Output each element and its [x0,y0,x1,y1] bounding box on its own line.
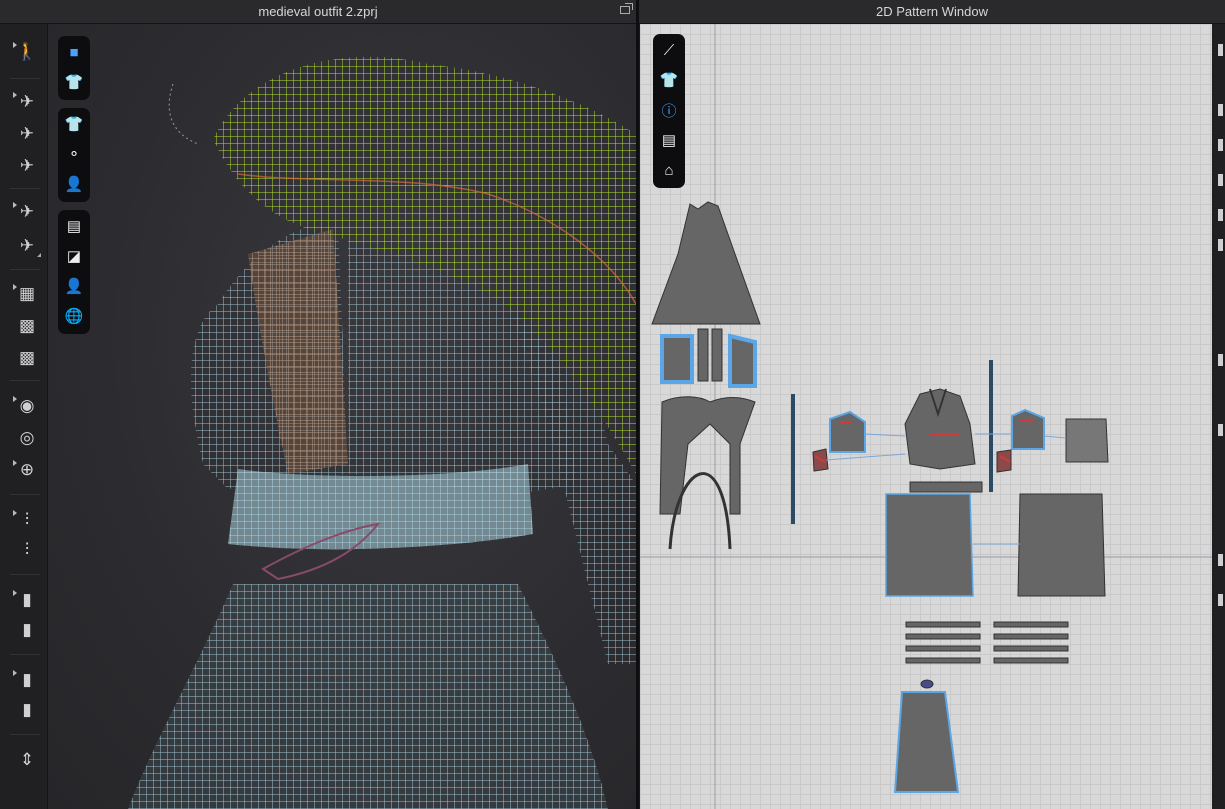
pattern-cape [651,201,761,325]
pattern-skirt-back [1017,493,1106,597]
viewport-palette-group-3: ▤ ◪ 👤 🌐 [58,210,90,334]
3d-viewport[interactable]: ■ 👕 👕 ⚬ 👤 ▤ ◪ 👤 🌐 [48,24,636,809]
topstitch-icon[interactable]: ▮ [14,618,40,642]
pattern-palette: ⟋ 👕 ⓘ ▤ ⌂ [653,34,685,188]
pattern-bodice-center [904,388,976,470]
fold-arrangement-icon[interactable]: ▦ [13,282,40,306]
pattern-back-piece [1065,418,1109,463]
viewport-palette-group-2: 👕 ⚬ 👤 [58,108,90,202]
garment-icon[interactable]: 👕 [62,70,86,94]
window-title-2d: 2D Pattern Window [639,0,1225,24]
needle-icon[interactable]: ⟋ [657,38,681,62]
right-tool-8[interactable] [1218,424,1223,436]
window-title-text: medieval outfit 2.zprj [258,4,378,19]
button-icon[interactable]: ◎ [14,426,40,450]
attach-icon[interactable]: ✈ [14,234,41,258]
right-tool-2[interactable] [1218,104,1223,116]
pattern-front-panel [893,691,960,793]
window-title-3d: medieval outfit 2.zprj [0,0,636,24]
tshirt-icon[interactable]: 👕 [62,112,86,136]
right-tool-6[interactable] [1218,239,1223,251]
fabric-icon[interactable]: ◪ [62,244,86,268]
measure-icon[interactable]: ▮ [14,698,40,722]
bind-icon[interactable]: ▮ [13,588,40,612]
pattern-strip-2 [711,328,723,382]
info-icon[interactable]: ⓘ [657,98,681,122]
tshirt-icon[interactable]: 👕 [657,68,681,92]
globe-icon[interactable]: 🌐 [62,304,86,328]
arrange-icon[interactable]: ✈ [13,200,40,224]
right-toolbar [1212,24,1225,809]
buttonhole-icon[interactable]: ⊕ [13,458,40,482]
simulate-icon[interactable]: ✈ [13,90,40,114]
texture-icon[interactable]: ▤ [657,128,681,152]
pattern-collar-left [660,334,694,384]
pattern-pieces [640,24,1212,809]
pattern-yoke [659,396,756,515]
pin-icon[interactable]: ◉ [13,394,40,418]
right-tool-10[interactable] [1218,594,1223,606]
pattern-collar-right [728,333,757,388]
right-tool-4[interactable] [1218,174,1223,186]
window-title-text-2d: 2D Pattern Window [876,4,988,19]
viewport-palette-group-1: ■ 👕 [58,36,90,100]
zipper-icon[interactable]: ⫶ [13,508,40,532]
fitting-icon[interactable]: ▩ [14,314,40,338]
right-tool-7[interactable] [1218,354,1223,366]
right-tool-3[interactable] [1218,139,1223,151]
avatar-icon[interactable]: 👤 [62,172,86,196]
left-toolbar: 🚶 ✈ ✈ ✈ ✈ ✈ ▦ ▩ ▩ ◉ ◎ ⊕ ⫶ ⫶ ▮ ▮ ▮ ▮ ⇕ [0,24,48,809]
pattern-bodice-small-left [829,410,866,453]
right-tool-9[interactable] [1218,554,1223,566]
transform-icon[interactable]: ⇕ [14,748,40,772]
avatar-icon[interactable]: ▩ [14,346,40,370]
pattern-skirt-front [885,493,974,597]
right-tool-5[interactable] [1218,209,1223,221]
puckering-icon[interactable]: ⫶ [14,538,40,562]
gizmo-icon[interactable]: ▮ [13,668,40,692]
right-tool-1[interactable] [1218,44,1223,56]
texture-icon[interactable]: ▤ [62,214,86,238]
garment-home-icon[interactable]: ⌂ [657,158,681,182]
fold-icon[interactable]: ✈ [14,154,40,178]
pins-icon[interactable]: ⚬ [62,142,86,166]
garment-3d-render [128,56,636,809]
pattern-strip-1 [697,328,709,382]
tack-icon[interactable]: ✈ [14,122,40,146]
2d-pattern-canvas[interactable]: ⟋ 👕 ⓘ ▤ ⌂ [640,24,1212,809]
skin-icon[interactable]: 👤 [62,274,86,298]
cube-icon[interactable]: ■ [62,40,86,64]
restore-window-icon[interactable] [620,3,633,14]
pattern-bodice-small-right [1011,408,1045,450]
pattern-waistband [909,481,983,493]
pose-icon[interactable]: 🚶 [13,40,40,64]
window-divider[interactable] [636,0,639,809]
